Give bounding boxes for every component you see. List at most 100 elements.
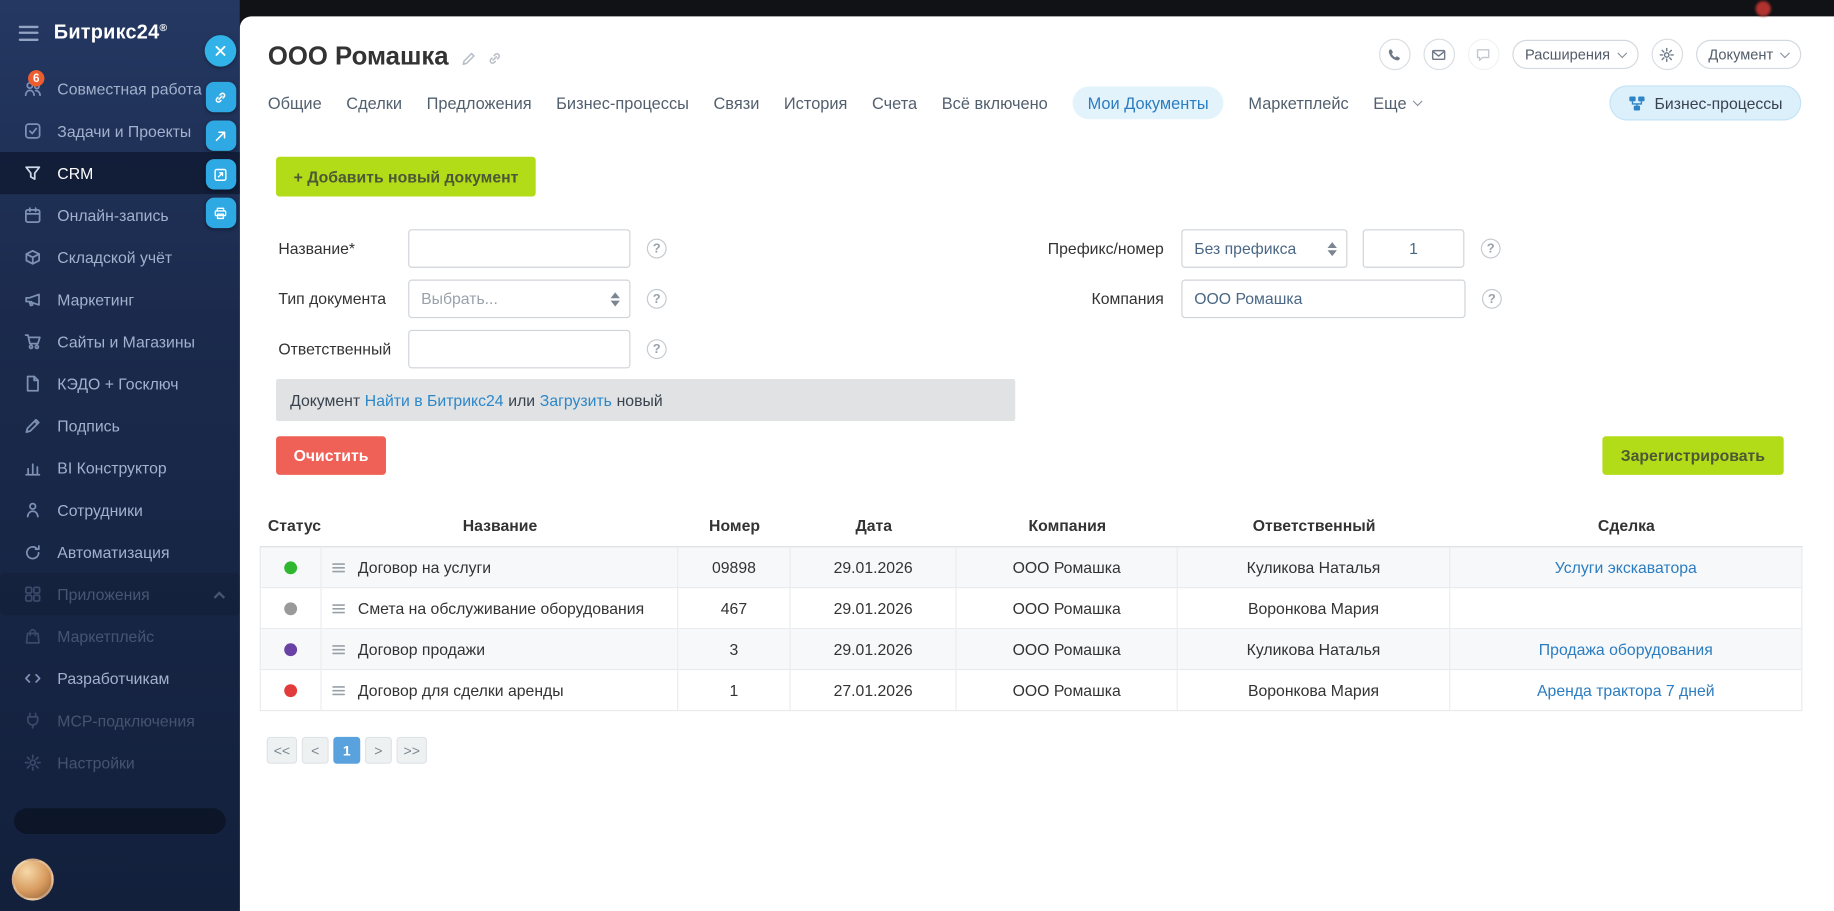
help-icon[interactable]: ? — [647, 239, 667, 259]
drag-handle-icon[interactable] — [331, 682, 346, 697]
sidebar-item-developers[interactable]: Разработчикам — [0, 657, 240, 699]
sidebar-item-mcp[interactable]: МСР-подключения — [0, 699, 240, 741]
clear-button[interactable]: Очистить — [276, 436, 386, 475]
deal-link[interactable]: Услуги экскаватора — [1555, 559, 1697, 577]
pagination-next-button[interactable]: > — [365, 737, 392, 764]
pagination-last-button[interactable]: >> — [397, 737, 427, 764]
column-header-company: Компания — [957, 505, 1178, 547]
sidebar-item-bi[interactable]: BI Конструктор — [0, 447, 240, 489]
company-input[interactable] — [1181, 280, 1465, 319]
tab-quotes[interactable]: Предложения — [427, 87, 532, 120]
drag-handle-icon[interactable] — [331, 560, 346, 575]
help-icon[interactable]: ? — [647, 289, 667, 309]
sidebar-item-employees[interactable]: Сотрудники — [0, 489, 240, 531]
pagination: << < 1 > >> — [267, 737, 427, 764]
chart-icon — [23, 458, 42, 477]
edit-pencil-icon[interactable] — [460, 50, 476, 66]
document-number-input[interactable] — [1363, 229, 1465, 268]
sidebar-item-apps[interactable]: Приложения — [0, 573, 240, 615]
sidebar-item-inventory[interactable]: Складской учёт — [0, 236, 240, 278]
sidebar-item-signature[interactable]: Подпись — [0, 405, 240, 447]
deal-link[interactable]: Продажа оборудования — [1539, 640, 1713, 658]
column-header-date: Дата — [791, 505, 957, 547]
status-dot — [284, 561, 297, 574]
column-header-number: Номер — [678, 505, 790, 547]
help-icon[interactable]: ? — [1481, 239, 1501, 259]
megaphone-icon — [23, 290, 42, 309]
user-avatar[interactable] — [12, 859, 54, 901]
select-arrows-icon — [1318, 242, 1337, 256]
find-in-bitrix-link[interactable]: Найти в Битрикс24 — [365, 391, 504, 409]
sidebar-item-marketing[interactable]: Маркетинг — [0, 278, 240, 320]
pen-icon — [23, 416, 42, 435]
mail-icon[interactable] — [1423, 39, 1455, 71]
column-header-responsible: Ответственный — [1178, 505, 1451, 547]
document-type-label: Тип документа — [278, 290, 408, 308]
tabs: Общие Сделки Предложения Бизнес-процессы… — [268, 87, 1421, 120]
sidebar-item-automation[interactable]: Автоматизация — [0, 531, 240, 573]
app-logo[interactable]: Битрикс24® — [54, 21, 168, 44]
printer-icon[interactable] — [205, 198, 235, 228]
select-arrows-icon — [601, 292, 620, 306]
document-source-bar: Документ Найти в Битрикс24 или Загрузить… — [276, 379, 1015, 421]
sidebar-item-kedo[interactable]: КЭДО + Госключ — [0, 363, 240, 405]
extensions-dropdown[interactable]: Расширения — [1512, 40, 1638, 69]
name-label: Название* — [278, 240, 408, 258]
drag-handle-icon[interactable] — [331, 642, 346, 657]
chevron-down-icon — [1412, 96, 1422, 106]
sidebar-promo[interactable] — [14, 808, 226, 834]
column-header-status: Статус — [260, 505, 322, 547]
notification-dot — [1756, 1, 1771, 16]
phone-icon[interactable] — [1379, 39, 1411, 71]
business-process-button[interactable]: Бизнес-процессы — [1609, 85, 1801, 120]
document-type-select[interactable]: Выбрать... — [408, 280, 630, 319]
chain-icon[interactable] — [205, 82, 235, 112]
sidebar-item-marketplace[interactable]: Маркетплейс — [0, 615, 240, 657]
arrow-icon[interactable] — [205, 120, 235, 150]
form-row-name: Название* ? — [278, 229, 666, 268]
chat-icon[interactable] — [1468, 39, 1500, 71]
help-icon[interactable]: ? — [1482, 289, 1502, 309]
sidebar-item-sites[interactable]: Сайты и Магазины — [0, 320, 240, 362]
sidebar-item-settings[interactable]: Настройки — [0, 742, 240, 784]
status-dot — [284, 684, 297, 697]
chevron-down-icon — [1780, 48, 1790, 58]
tab-invoices[interactable]: Счета — [872, 87, 917, 120]
page-title: ООО Ромашка — [268, 41, 449, 71]
tab-deals[interactable]: Сделки — [346, 87, 402, 120]
drag-handle-icon[interactable] — [331, 601, 346, 616]
chevron-down-icon — [1617, 48, 1627, 58]
window-icon[interactable] — [205, 159, 235, 189]
deal-link[interactable]: Аренда трактора 7 дней — [1537, 681, 1715, 699]
tab-links[interactable]: Связи — [713, 87, 759, 120]
upload-link[interactable]: Загрузить — [540, 391, 612, 409]
column-header-deal: Сделка — [1450, 505, 1802, 547]
header-actions: Расширения Документ — [1379, 39, 1801, 71]
tab-all-included[interactable]: Всё включено — [942, 87, 1048, 120]
link-icon[interactable] — [486, 50, 502, 66]
add-document-button[interactable]: + Добавить новый документ — [276, 157, 536, 197]
form-row-prefix: Префикс/номер Без префикса ? — [1012, 229, 1501, 268]
pagination-prev-button[interactable]: < — [302, 737, 329, 764]
register-button[interactable]: Зарегистрировать — [1602, 436, 1784, 475]
tab-general[interactable]: Общие — [268, 87, 322, 120]
settings-gear-icon[interactable] — [1651, 39, 1683, 71]
pagination-page-1[interactable]: 1 — [333, 737, 360, 764]
pagination-first-button[interactable]: << — [267, 737, 297, 764]
tab-marketplace[interactable]: Маркетплейс — [1248, 87, 1348, 120]
plug-icon — [23, 711, 42, 730]
help-icon[interactable]: ? — [647, 339, 667, 359]
tab-history[interactable]: История — [784, 87, 848, 120]
tab-business-processes[interactable]: Бизнес-процессы — [556, 87, 689, 120]
tab-my-documents[interactable]: Мои Документы — [1072, 87, 1223, 120]
document-icon — [23, 374, 42, 393]
tabs-row: Общие Сделки Предложения Бизнес-процессы… — [240, 71, 1834, 120]
menu-burger-icon[interactable] — [19, 25, 39, 40]
prefix-select[interactable]: Без префикса — [1181, 229, 1347, 268]
automation-icon — [23, 543, 42, 562]
document-dropdown[interactable]: Документ — [1695, 40, 1801, 69]
tab-more[interactable]: Еще — [1373, 87, 1420, 120]
close-icon[interactable] — [205, 35, 237, 67]
responsible-input[interactable] — [408, 330, 630, 369]
name-input[interactable] — [408, 229, 630, 268]
